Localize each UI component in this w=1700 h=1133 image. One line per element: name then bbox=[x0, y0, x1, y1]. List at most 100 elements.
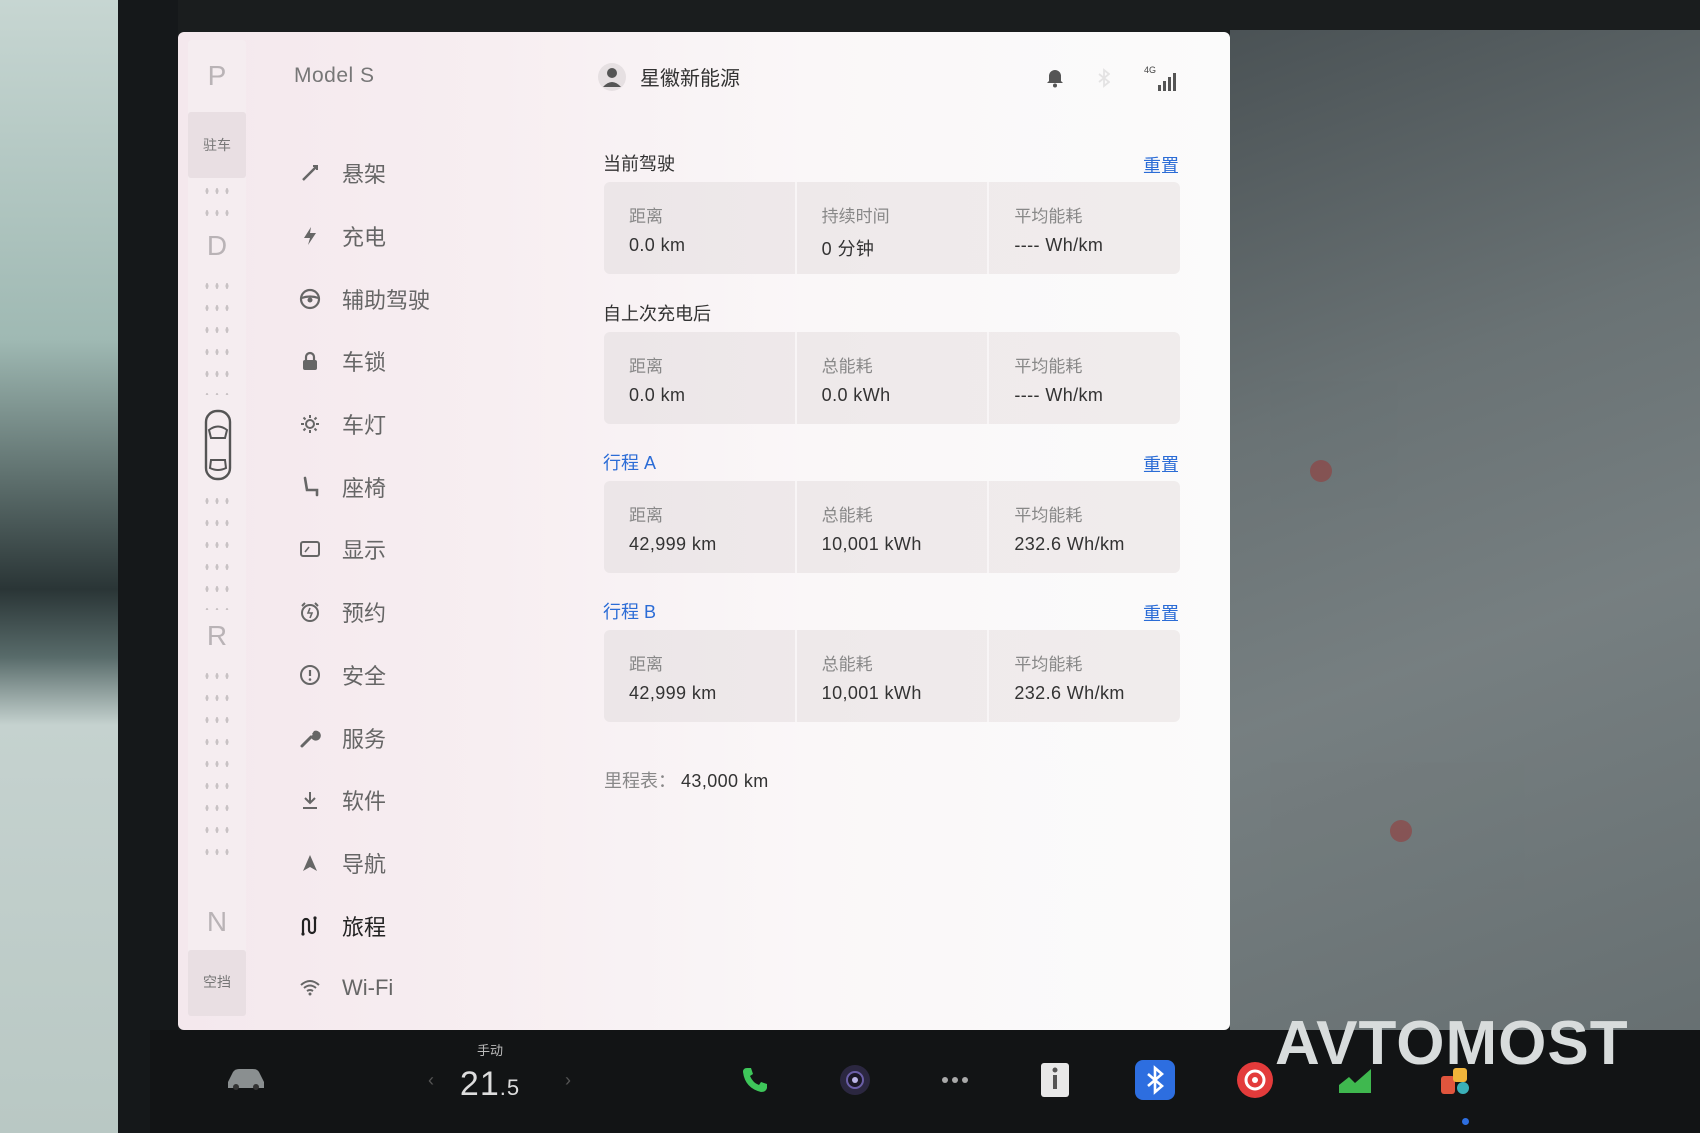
stat-cell: 持续时间 0 分钟 bbox=[797, 182, 990, 274]
watermark: AVTOMOST bbox=[1275, 1009, 1629, 1078]
menu-item-software[interactable]: 软件 bbox=[298, 769, 538, 832]
menu-item-navigation[interactable]: 导航 bbox=[298, 832, 538, 895]
menu-label: Wi-Fi bbox=[342, 975, 394, 1001]
gear-dots bbox=[202, 490, 232, 610]
reset-trip-a-button[interactable]: 重置 bbox=[1143, 451, 1179, 477]
suspension-icon bbox=[298, 161, 322, 185]
user-profile[interactable]: 星徽新能源 bbox=[598, 62, 740, 91]
phone-icon[interactable] bbox=[735, 1060, 775, 1100]
menu-item-suspension[interactable]: 悬架 bbox=[298, 142, 538, 205]
gear-r[interactable]: R bbox=[188, 620, 246, 652]
menu-label: 车锁 bbox=[342, 350, 387, 376]
camera-icon[interactable] bbox=[835, 1060, 875, 1100]
stat-label: 距离 bbox=[629, 655, 663, 674]
stat-label: 平均能耗 bbox=[1014, 207, 1083, 226]
menu-label: 座椅 bbox=[342, 475, 387, 501]
model-name: Model S bbox=[294, 64, 375, 87]
menu-item-service[interactable]: 服务 bbox=[298, 706, 538, 769]
stat-label: 平均能耗 bbox=[1014, 357, 1083, 376]
gear-dots bbox=[202, 665, 232, 865]
reset-current-drive-button[interactable]: 重置 bbox=[1143, 152, 1179, 178]
menu-item-safety[interactable]: 安全 bbox=[298, 644, 538, 707]
user-name: 星徽新能源 bbox=[640, 68, 740, 90]
stat-value: 232.6 Wh/km bbox=[1014, 683, 1125, 703]
stat-value: 10,001 kWh bbox=[821, 683, 922, 703]
menu-item-seats[interactable]: 座椅 bbox=[298, 455, 538, 518]
stat-cell: 平均能耗 ---- Wh/km bbox=[989, 182, 1180, 274]
menu-label: 预约 bbox=[342, 601, 387, 627]
section-title-since-charge: 自上次充电后 bbox=[603, 304, 711, 324]
display-icon bbox=[298, 537, 322, 561]
menu-label: 服务 bbox=[342, 726, 387, 752]
menu-label: 显示 bbox=[342, 538, 387, 564]
gear-n-label: 空挡 bbox=[203, 974, 231, 990]
reset-trip-b-button[interactable]: 重置 bbox=[1143, 600, 1179, 626]
seat-icon bbox=[298, 475, 322, 499]
temp-up-chevron-icon[interactable]: › bbox=[565, 1070, 571, 1091]
gear-d[interactable]: D bbox=[188, 230, 246, 262]
music-app-icon[interactable] bbox=[1235, 1060, 1275, 1100]
menu-label: 辅助驾驶 bbox=[342, 287, 431, 313]
menu-label: 悬架 bbox=[342, 162, 387, 188]
menu-item-lights[interactable]: 车灯 bbox=[298, 393, 538, 456]
stat-label: 总能耗 bbox=[821, 655, 873, 674]
menu-item-bluetooth[interactable]: 蓝牙 bbox=[298, 1020, 538, 1030]
menu-label: 软件 bbox=[342, 789, 387, 815]
stat-cell: 距离 42,999 km bbox=[604, 630, 797, 722]
cellular-signal-icon: 4G bbox=[1144, 65, 1180, 93]
menu-item-autopilot[interactable]: 辅助驾驶 bbox=[298, 267, 538, 330]
stat-cell: 距离 42,999 km bbox=[604, 481, 797, 573]
trip-b-card: 距离 42,999 km 总能耗 10,001 kWh 平均能耗 232.6 Wh/k… bbox=[604, 630, 1180, 722]
alarm-icon bbox=[298, 600, 322, 624]
stat-cell: 总能耗 10,001 kWh bbox=[797, 630, 990, 722]
gear-p[interactable]: P bbox=[188, 60, 246, 92]
menu-label: 充电 bbox=[342, 225, 387, 251]
bell-icon[interactable] bbox=[1046, 68, 1064, 93]
menu-item-display[interactable]: 显示 bbox=[298, 518, 538, 581]
stat-value: 232.6 Wh/km bbox=[1014, 534, 1125, 554]
stat-value: 10,001 kWh bbox=[821, 534, 922, 554]
bluetooth-app-icon[interactable] bbox=[1135, 1060, 1175, 1100]
stat-cell: 平均能耗 ---- Wh/km bbox=[989, 332, 1180, 424]
car-icon[interactable] bbox=[225, 1066, 267, 1097]
stat-label: 总能耗 bbox=[821, 357, 873, 376]
stat-cell: 距离 0.0 km bbox=[604, 332, 797, 424]
gear-selector[interactable]: P 驻车 D R N 空挡 bbox=[188, 40, 246, 1016]
active-app-indicator bbox=[1462, 1118, 1469, 1125]
climate-control[interactable]: 手动 21.5 bbox=[430, 1040, 550, 1104]
menu-item-wifi[interactable]: Wi-Fi bbox=[298, 957, 538, 1020]
menu-item-trips[interactable]: 旅程 bbox=[298, 894, 538, 957]
lock-icon bbox=[298, 349, 322, 373]
menu-label: 车灯 bbox=[342, 413, 387, 439]
temperature-dec: .5 bbox=[499, 1075, 521, 1100]
stat-label: 距离 bbox=[629, 207, 663, 226]
section-title-trip-a: 行程 A bbox=[603, 453, 657, 473]
stat-value: ---- Wh/km bbox=[1014, 385, 1104, 405]
manual-icon[interactable] bbox=[1035, 1060, 1075, 1100]
stat-value: ---- Wh/km bbox=[1014, 235, 1104, 255]
map-background bbox=[1230, 30, 1700, 1033]
stat-label: 平均能耗 bbox=[1014, 506, 1083, 525]
more-apps-icon[interactable] bbox=[935, 1060, 975, 1100]
menu-item-schedule[interactable]: 预约 bbox=[298, 581, 538, 644]
stat-value: 0.0 km bbox=[629, 385, 686, 405]
stat-value: 0.0 kWh bbox=[821, 385, 891, 405]
screen-bezel bbox=[118, 0, 178, 1133]
stat-value: 42,999 km bbox=[629, 534, 717, 554]
wrench-icon bbox=[298, 726, 322, 750]
stat-label: 距离 bbox=[629, 506, 663, 525]
current-drive-card: 距离 0.0 km 持续时间 0 分钟 平均能耗 ---- Wh/km bbox=[604, 182, 1180, 274]
stat-cell: 总能耗 0.0 kWh bbox=[797, 332, 990, 424]
since-charge-card: 距离 0.0 km 总能耗 0.0 kWh 平均能耗 ---- Wh/km bbox=[604, 332, 1180, 424]
stat-cell: 距离 0.0 km bbox=[604, 182, 797, 274]
stat-cell: 平均能耗 232.6 Wh/km bbox=[989, 481, 1180, 573]
header-status-icons: 4G bbox=[1046, 65, 1180, 93]
menu-item-locks[interactable]: 车锁 bbox=[298, 330, 538, 393]
trip-icon bbox=[298, 914, 322, 938]
gear-dots bbox=[202, 180, 232, 220]
trip-a-card: 距离 42,999 km 总能耗 10,001 kWh 平均能耗 232.6 Wh/k… bbox=[604, 481, 1180, 573]
warning-icon bbox=[298, 663, 322, 687]
menu-item-charging[interactable]: 充电 bbox=[298, 205, 538, 268]
wifi-icon bbox=[298, 976, 322, 1000]
gear-n[interactable]: N bbox=[188, 906, 246, 938]
